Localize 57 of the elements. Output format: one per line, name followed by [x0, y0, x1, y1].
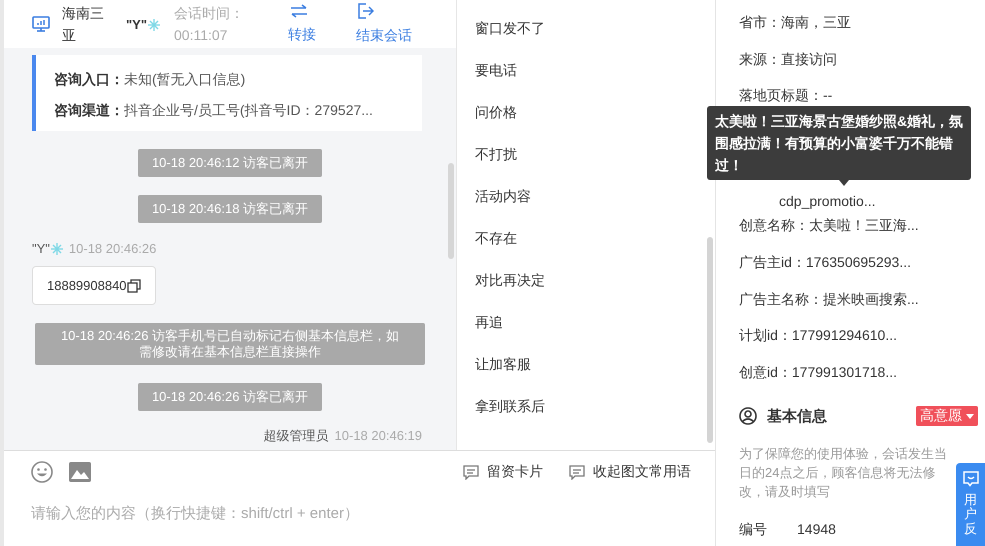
message-time: 10-18 20:46:26	[68, 241, 156, 256]
visitor-info-line: 广告主id：176350695293...	[739, 253, 911, 272]
visitor-name: "Y"	[126, 16, 147, 32]
pointer-icon	[839, 180, 849, 186]
quick-reply-item[interactable]: 对比再决定	[457, 269, 715, 311]
comment-icon	[463, 464, 479, 480]
quick-reply-item[interactable]: 让加客服	[457, 353, 715, 395]
exit-icon	[358, 2, 374, 18]
image-icon	[69, 462, 91, 482]
visitor-info-line: 计划id：177991294610...	[739, 326, 897, 346]
snowflake-icon	[148, 18, 160, 30]
system-notice: 10-18 20:46:18 访客已离开	[138, 195, 322, 223]
composer-action-button[interactable]: 收起图文常用语	[569, 463, 691, 481]
location-text: 海南三亚	[62, 4, 104, 45]
visitor-info-line: 创意id：177991301718...	[739, 363, 897, 382]
composer-action-button[interactable]: 留资卡片	[463, 463, 543, 481]
monitor-icon	[32, 16, 50, 32]
visitor-info-line: 来源：直接访问	[739, 50, 837, 69]
intent-tag-dropdown[interactable]: 高意愿	[916, 406, 978, 426]
visitor-info-line: 广告主名称：提米映画搜索...	[739, 290, 919, 309]
quick-reply-item[interactable]: 再追	[457, 311, 715, 353]
quick-reply-item[interactable]: 不存在	[457, 227, 715, 269]
session-time: 00:11:07	[174, 26, 228, 45]
transfer-button[interactable]: 转接	[288, 4, 316, 44]
source-info-line: 咨询渠道：抖音企业号/员工号(抖音号ID：279527...	[54, 101, 374, 120]
phone-number: 18889908840	[47, 278, 127, 293]
quick-reply-item[interactable]: 要电话	[457, 59, 715, 101]
source-info-line: 咨询入口：未知(暂无入口信息)	[54, 70, 246, 89]
copy-icon	[126, 278, 141, 292]
message-time: 10-18 20:46:19	[334, 428, 422, 443]
system-notice: 10-18 20:46:12 访客已离开	[138, 149, 322, 177]
section-title: 基本信息	[767, 406, 828, 426]
scrollbar-thumb[interactable]	[448, 163, 454, 259]
caret-icon	[966, 414, 974, 419]
user-circle-icon	[739, 407, 757, 426]
sender-name: "Y"	[32, 241, 50, 256]
field-label: 编号	[739, 521, 768, 540]
visitor-info-line: 创意名称：太美啦！三亚海...	[739, 216, 919, 236]
hint-text: 为了保障您的使用体验，会话发生当日的24点之后，顾客信息将无法修改，请及时填写	[739, 445, 948, 502]
quick-reply-item[interactable]: 活动内容	[457, 185, 715, 227]
snowflake-icon	[50, 242, 63, 254]
quick-reply-item[interactable]: 窗口发不了	[457, 17, 715, 59]
visitor-info-line: cdp_promotio...	[779, 192, 876, 212]
field-value: 14948	[797, 521, 836, 540]
end-session-button[interactable]: 结束会话	[356, 2, 412, 46]
system-notice: 10-18 20:46:26 访客手机号已自动标记右侧基本信息栏，如需修改请在基本信息栏直接操作	[35, 323, 425, 365]
session-time-label: 会话时间：	[174, 4, 245, 23]
visitor-info-line: 省市：海南，三亚	[739, 13, 851, 32]
scrollbar-thumb[interactable]	[707, 237, 713, 443]
quick-reply-item[interactable]: 拿到联系后	[457, 395, 715, 437]
emoji-icon	[31, 461, 53, 483]
sender-name: 超级管理员	[264, 428, 329, 443]
swap-arrows-icon	[290, 4, 308, 18]
system-notice: 10-18 20:46:26 访客已离开	[138, 383, 322, 411]
comment-icon	[569, 464, 585, 480]
chat-icon	[962, 471, 978, 487]
visitor-info-line: 落地页标题：--	[739, 86, 832, 106]
